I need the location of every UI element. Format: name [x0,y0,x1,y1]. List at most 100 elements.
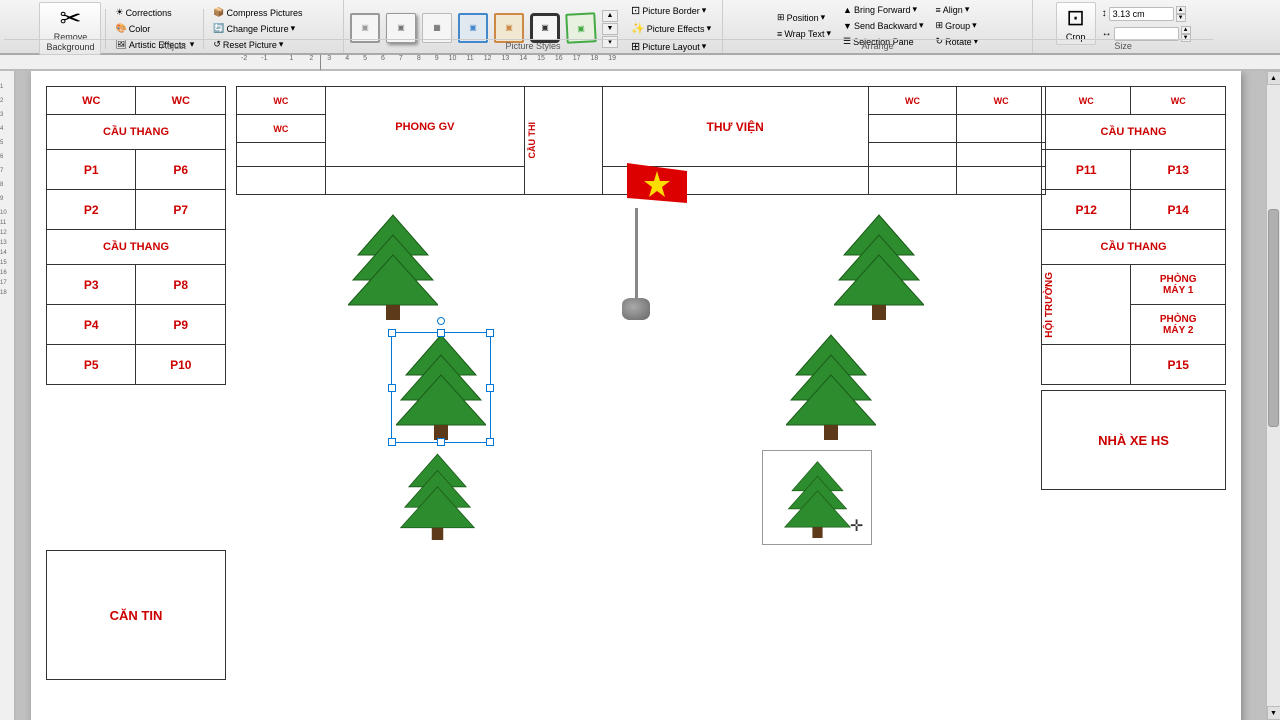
cell-hoi-truong: HỘI TRƯỜNG [1042,265,1131,345]
position-label: Position [787,13,819,23]
height-up[interactable]: ▲ [1176,6,1186,14]
ruler-mark: 14 [519,55,527,62]
cell-empty-5 [957,143,1046,167]
ribbon-adjust-section: ✂ RemoveBackground ☀ Corrections 🎨 Color… [4,0,344,53]
size-label: Size [1033,39,1213,51]
compress-pictures-button[interactable]: 📦 Compress Pictures [208,5,307,20]
ruler-mark: 2 [309,55,313,62]
cell-wc-1: WC [47,87,136,115]
cell-empty-1 [868,115,957,143]
effects-icon: ✨ [631,22,645,35]
tree-svg-right [834,210,924,320]
cell-empty-r [1042,345,1131,385]
effects-label: Picture Effects [647,24,705,34]
cell-p5: P5 [47,345,136,385]
ruler-mark: 18 [590,55,598,62]
cell-p6: P6 [136,150,226,190]
vruler-mark: 4 [0,126,15,132]
height-down[interactable]: ▼ [1176,14,1186,22]
group-icon: ⊞ [936,20,944,31]
ruler-mark: 19 [608,55,616,62]
cell-p10: P10 [136,345,226,385]
height-icon: ↕ [1102,8,1107,19]
cell-wc-center-3: WC [957,87,1046,115]
main-area: 1 2 3 4 5 6 7 8 9 10 11 12 13 14 15 16 1… [0,71,1280,720]
cell-empty-10 [957,167,1046,195]
right-floor-block: WC WC CẦU THANG P11 P13 P12 P14 [1041,86,1226,545]
cell-p4: P4 [47,305,136,345]
scrollbar-up-button[interactable]: ▲ [1267,71,1280,85]
cell-p12: P12 [1042,190,1131,230]
can-tin-block: CĂN TIN [46,550,226,680]
flag-pole-area [622,213,650,320]
tree-right-2 [786,330,876,445]
vruler-mark: 18 [0,290,15,296]
cell-p9: P9 [136,305,226,345]
picture-style-1[interactable]: ▣ [350,13,380,43]
ruler-mark: 4 [345,55,349,62]
picture-style-2[interactable]: ▣ [386,13,416,43]
border-label: Picture Border [642,6,700,16]
can-tin-label: CĂN TIN [110,608,163,623]
cell-cau-thang-r2: CẦU THANG [1042,230,1226,265]
send-backward-button[interactable]: ▼ Send Backward ▾ [838,18,929,33]
cell-wc-2: WC [136,87,226,115]
vruler-mark: 6 [0,154,15,160]
scrollbar-down-button[interactable]: ▼ [1267,706,1280,720]
compress-label: Compress Pictures [227,8,303,18]
position-button[interactable]: ⊞ Position ▾ [772,10,836,25]
tree-small-selected [400,450,475,545]
cell-cau-thang-1: CẦU THANG [47,115,226,150]
picture-border-button[interactable]: ⊡ Picture Border ▾ [626,2,716,19]
picture-effects-button[interactable]: ✨ Picture Effects ▾ [626,20,716,37]
bring-label: Bring Forward [854,5,911,15]
width-up[interactable]: ▲ [1181,26,1191,34]
tree-left [348,210,438,320]
picture-style-3[interactable]: ▦ [422,13,452,43]
cell-cau-thi: CẦU THI [525,87,603,195]
cell-empty-7 [325,167,524,195]
tree-right [834,210,924,320]
vruler-mark: 12 [0,230,15,236]
corrections-button[interactable]: ☀ Corrections [110,5,199,20]
ruler-mark: 7 [399,55,403,62]
ruler-mark: 15 [537,55,545,62]
cell-thu-vien: THƯ VIỆN [602,87,868,167]
cell-empty-3 [237,143,326,167]
corrections-label: Corrections [126,8,172,18]
styles-scroll-down[interactable]: ▼ [602,23,618,35]
color-button[interactable]: 🎨 Color [110,21,199,36]
ribbon-size-section: ⊡ Crop ↕ ▲ ▼ ↔ [1033,0,1213,53]
cell-phong-may-2: PHÒNGMÁY 2 [1131,305,1226,345]
picture-style-4[interactable]: ▣ [458,13,488,43]
ribbon-arrange-section: ⊞ Position ▾ ≡ Wrap Text ▾ ▲ Bring Forwa… [723,0,1033,53]
change-picture-button[interactable]: 🔄 Change Picture ▾ [208,21,307,36]
ruler-mark: 13 [502,55,510,62]
left-floor-block: WC WC CẦU THANG P1 P6 P2 P7 [46,86,226,545]
height-input[interactable] [1109,7,1174,21]
picture-style-6[interactable]: ▣ [530,13,560,43]
cell-p2: P2 [47,190,136,230]
vruler-mark: 8 [0,182,15,188]
color-label: Color [129,24,151,34]
styles-scroll-up[interactable]: ▲ [602,10,618,22]
ribbon-picture-styles-section: ▣ ▣ ▦ ▣ ▣ ▣ ▣ ▲ ▼ [344,0,723,53]
send-label: Send Backward [854,21,917,31]
ribbon-toolbar: ✂ RemoveBackground ☀ Corrections 🎨 Color… [0,0,1280,55]
group-button[interactable]: ⊞ Group ▾ [931,18,984,33]
wrap-icon: ≡ [777,29,782,39]
nha-xe-hs-block: NHÀ XE HS [1041,390,1226,490]
align-icon: ≡ [936,5,941,15]
vertical-ruler: 1 2 3 4 5 6 7 8 9 10 11 12 13 14 15 16 1… [0,71,16,720]
send-icon: ▼ [843,21,852,31]
color-icon: 🎨 [115,23,126,34]
align-button[interactable]: ≡ Align ▾ [931,2,984,17]
canvas-area[interactable]: WC WC CẦU THANG P1 P6 P2 P7 [16,71,1266,720]
ruler-mark: -1 [261,55,267,62]
ruler-mark: 16 [555,55,563,62]
vruler-mark: 14 [0,250,15,256]
picture-style-5[interactable]: ▣ [494,13,524,43]
bring-forward-button[interactable]: ▲ Bring Forward ▾ [838,2,929,17]
scrollbar-thumb[interactable] [1268,209,1279,426]
vruler-mark: 13 [0,240,15,246]
